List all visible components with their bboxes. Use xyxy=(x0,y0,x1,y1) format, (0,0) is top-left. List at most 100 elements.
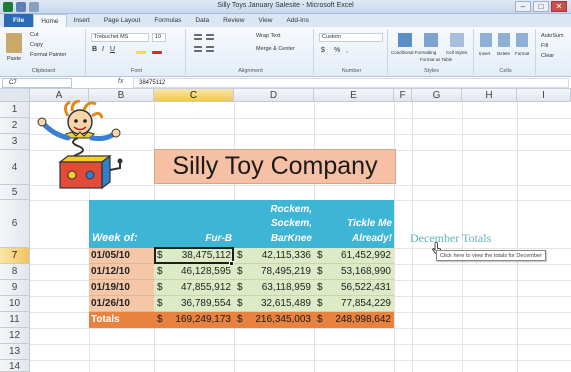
row-header-10[interactable]: 10 xyxy=(0,296,30,312)
header-barknee[interactable]: BarKnee xyxy=(234,232,312,246)
row-header-7[interactable]: 7 xyxy=(0,248,30,264)
currency-button[interactable]: $ xyxy=(321,47,325,54)
font-name-select[interactable]: Trebuchet MS xyxy=(91,33,149,42)
tab-insert[interactable]: Insert xyxy=(67,14,97,27)
wrap-text-button[interactable]: Wrap Text xyxy=(256,33,281,39)
fx-icon[interactable]: fx xyxy=(118,78,123,85)
row-header-6[interactable]: 6 xyxy=(0,200,30,248)
select-all-corner[interactable] xyxy=(0,89,30,102)
tab-review[interactable]: Review xyxy=(216,14,251,27)
header-already[interactable]: Already! xyxy=(314,232,392,246)
value-cell[interactable]: $32,615,489 xyxy=(234,296,314,312)
italic-button[interactable]: I xyxy=(102,46,104,53)
row-header-14[interactable]: 14 xyxy=(0,360,30,372)
delete-label[interactable]: Delete xyxy=(497,51,510,56)
tab-formulas[interactable]: Formulas xyxy=(147,14,188,27)
row-header-3[interactable]: 3 xyxy=(0,134,30,150)
row-header-13[interactable]: 13 xyxy=(0,344,30,360)
value-cell[interactable]: $36,789,554 xyxy=(154,296,234,312)
row-header-2[interactable]: 2 xyxy=(0,118,30,134)
cell-styles-icon[interactable] xyxy=(450,33,464,47)
total-cell[interactable]: $169,249,173 xyxy=(154,312,234,328)
conditional-formatting-label[interactable]: Conditional Formatting xyxy=(391,50,436,55)
close-button[interactable]: ✕ xyxy=(551,1,567,12)
column-header-d[interactable]: D xyxy=(234,89,314,102)
column-header-i[interactable]: I xyxy=(517,89,571,102)
week-cell[interactable]: 01/19/10 xyxy=(89,280,155,296)
font-size-select[interactable]: 10 xyxy=(152,33,166,42)
paste-icon[interactable] xyxy=(6,33,22,53)
value-cell[interactable]: $61,452,992 xyxy=(314,248,394,264)
december-totals-link[interactable]: December Totals xyxy=(410,231,491,246)
clear-button[interactable]: Clear xyxy=(541,53,554,59)
row-header-5[interactable]: 5 xyxy=(0,185,30,200)
name-box[interactable]: C7 xyxy=(2,78,72,88)
insert-label[interactable]: Insert xyxy=(479,51,490,56)
tab-home[interactable]: Home xyxy=(33,14,67,27)
tab-file[interactable]: File xyxy=(4,14,34,27)
fill-handle[interactable] xyxy=(229,261,234,266)
totals-label[interactable]: Totals xyxy=(91,312,120,328)
row-header-12[interactable]: 12 xyxy=(0,328,30,344)
align-top-icon[interactable] xyxy=(194,34,202,40)
tab-view[interactable]: View xyxy=(251,14,279,27)
minimize-button[interactable]: – xyxy=(515,1,531,12)
merge-center-button[interactable]: Merge & Center xyxy=(256,46,295,52)
fill-button[interactable]: Fill xyxy=(541,43,548,49)
formula-input[interactable]: 38475112 xyxy=(133,78,569,88)
percent-button[interactable]: % xyxy=(334,47,340,54)
column-header-h[interactable]: H xyxy=(462,89,517,102)
align-left-icon[interactable] xyxy=(194,46,202,52)
underline-button[interactable]: U xyxy=(110,46,115,53)
delete-cells-icon[interactable] xyxy=(498,33,510,47)
cut-button[interactable]: Cut xyxy=(30,32,39,38)
value-cell[interactable]: $42,115,336 xyxy=(234,248,314,264)
week-cell[interactable]: 01/26/10 xyxy=(89,296,155,312)
header-fur-b[interactable]: Fur-B xyxy=(154,232,232,246)
row-header-11[interactable]: 11 xyxy=(0,312,30,328)
paste-label[interactable]: Paste xyxy=(7,56,21,62)
copy-button[interactable]: Copy xyxy=(30,42,43,48)
value-cell[interactable]: $53,168,990 xyxy=(314,264,394,280)
autosum-button[interactable]: AutoSum xyxy=(541,33,564,39)
tab-add-ins[interactable]: Add-Ins xyxy=(279,14,315,27)
column-header-c[interactable]: C xyxy=(154,89,234,102)
bold-button[interactable]: B xyxy=(92,46,97,53)
font-color-icon[interactable] xyxy=(152,51,162,54)
value-cell[interactable]: $77,854,229 xyxy=(314,296,394,312)
row-header-8[interactable]: 8 xyxy=(0,264,30,280)
tab-page-layout[interactable]: Page Layout xyxy=(97,14,148,27)
week-cell[interactable]: 01/12/10 xyxy=(89,264,155,280)
format-cells-icon[interactable] xyxy=(516,33,528,47)
tab-data[interactable]: Data xyxy=(188,14,216,27)
cell-styles-label[interactable]: Cell Styles xyxy=(446,50,467,55)
insert-cells-icon[interactable] xyxy=(480,33,492,47)
row-header-1[interactable]: 1 xyxy=(0,102,30,118)
value-cell[interactable]: $47,855,912 xyxy=(154,280,234,296)
format-as-table-icon[interactable] xyxy=(424,33,438,47)
conditional-formatting-icon[interactable] xyxy=(398,33,412,47)
format-painter-button[interactable]: Format Painter xyxy=(30,52,66,58)
value-cell[interactable]: $46,128,595 xyxy=(154,264,234,280)
column-header-g[interactable]: G xyxy=(412,89,462,102)
value-cell[interactable]: $78,495,219 xyxy=(234,264,314,280)
align-center-icon[interactable] xyxy=(206,46,214,52)
total-cell[interactable]: $248,998,642 xyxy=(314,312,394,328)
fill-color-icon[interactable] xyxy=(136,51,146,54)
sheet-title[interactable]: Silly Toy Company xyxy=(154,149,396,184)
value-cell[interactable]: $63,118,959 xyxy=(234,280,314,296)
value-cell[interactable]: $56,522,431 xyxy=(314,280,394,296)
number-format-select[interactable]: Custom xyxy=(319,33,383,42)
total-cell[interactable]: $216,345,003 xyxy=(234,312,314,328)
column-header-e[interactable]: E xyxy=(314,89,394,102)
align-middle-icon[interactable] xyxy=(206,34,214,40)
row-header-9[interactable]: 9 xyxy=(0,280,30,296)
format-as-table-label[interactable]: Format as Table xyxy=(420,57,452,62)
jack-in-the-box-clipart[interactable] xyxy=(34,100,130,192)
week-of-header[interactable]: Week of: xyxy=(92,232,138,244)
comma-button[interactable]: , xyxy=(346,47,348,54)
week-cell[interactable]: 01/05/10 xyxy=(89,248,155,264)
row-header-4[interactable]: 4 xyxy=(0,150,30,185)
restore-button[interactable]: □ xyxy=(533,1,549,12)
format-label[interactable]: Format xyxy=(515,51,529,56)
